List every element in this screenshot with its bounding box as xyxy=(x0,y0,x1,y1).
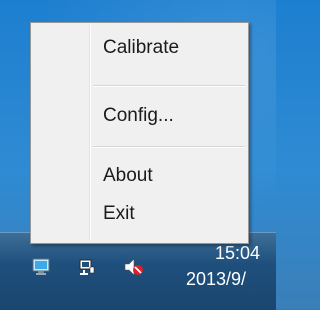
network-icon[interactable] xyxy=(78,258,96,276)
menu-item-label: Calibrate xyxy=(103,37,180,58)
volume-muted-icon[interactable] xyxy=(124,258,143,276)
clock-time[interactable]: 15:04 xyxy=(215,243,260,264)
menu-item-config[interactable]: Config... xyxy=(33,101,246,131)
menu-item-label: Config... xyxy=(103,105,174,126)
display-monitor-icon[interactable] xyxy=(32,258,50,276)
menu-item-label: Exit xyxy=(103,203,135,224)
menu-item-label: About xyxy=(103,165,153,186)
clock-date[interactable]: 2013/9/ xyxy=(186,269,246,290)
menu-item-about[interactable]: About xyxy=(33,161,246,191)
menu-item-exit[interactable]: Exit xyxy=(33,199,246,229)
menu-separator xyxy=(93,146,245,148)
menu-item-calibrate[interactable]: Calibrate xyxy=(33,33,246,63)
tray-context-menu: Calibrate Config... About Exit xyxy=(30,22,249,244)
menu-separator xyxy=(93,85,245,87)
